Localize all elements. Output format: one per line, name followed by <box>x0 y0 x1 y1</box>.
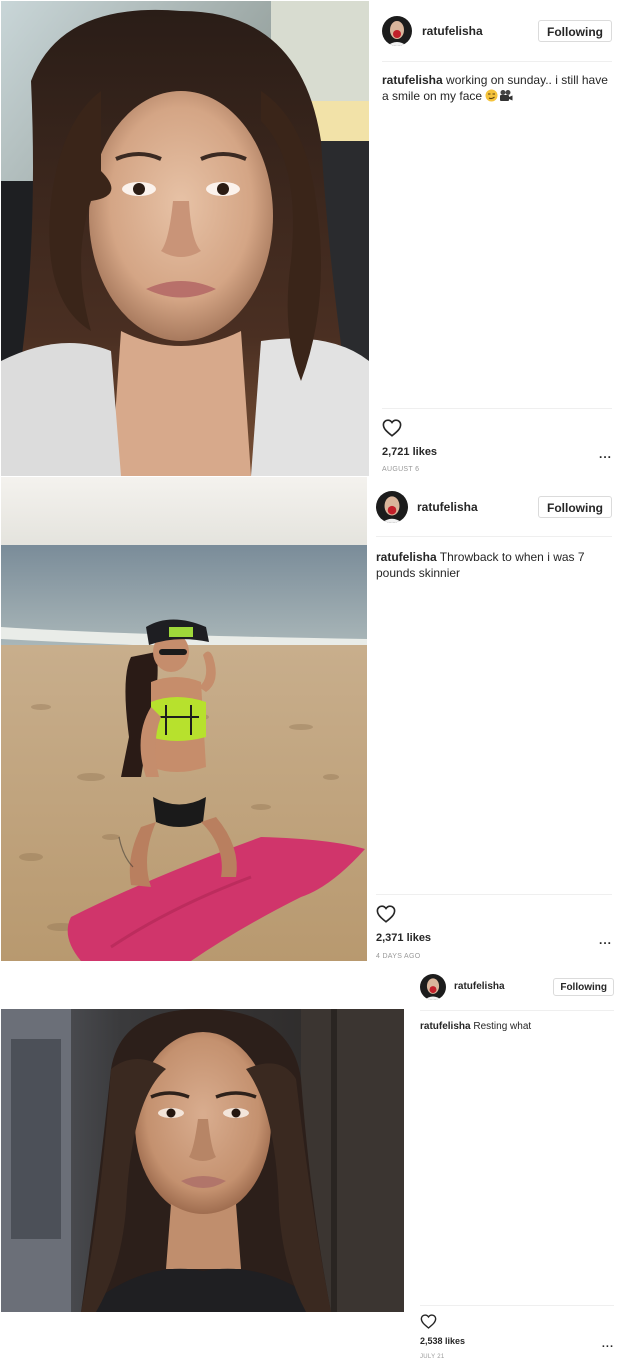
post-date[interactable]: 4 DAYS AGO <box>376 953 421 960</box>
avatar-image <box>420 973 446 1000</box>
post-caption: ratufelisha Throwback to when i was 7 po… <box>376 549 612 581</box>
caption-username[interactable]: ratufelisha <box>376 550 437 564</box>
like-heart-icon[interactable] <box>420 1314 437 1334</box>
post-3-photo[interactable] <box>1 1009 404 1312</box>
avatar[interactable] <box>376 490 408 523</box>
caption-username[interactable]: ratufelisha <box>420 1021 471 1032</box>
following-button[interactable]: Following <box>553 977 614 996</box>
post-header: ratufelisha Following <box>420 963 614 1011</box>
post-2-sidebar: ratufelisha Following ratufelisha Throwb… <box>376 477 612 963</box>
post-date[interactable]: AUGUST 6 <box>382 466 419 473</box>
avatar[interactable] <box>420 973 446 1000</box>
following-button[interactable]: Following <box>538 19 612 42</box>
username-link[interactable]: ratufelisha <box>454 981 553 992</box>
like-heart-icon[interactable] <box>376 905 396 928</box>
post-footer: 2,721 likes AUGUST 6 ... <box>382 408 612 477</box>
post-3: ratufelisha Following ratufelisha Restin… <box>0 963 630 1363</box>
more-options-button[interactable]: ... <box>599 447 612 461</box>
post-1: ratufelisha Following ratufelisha workin… <box>0 0 630 477</box>
post-3-sidebar: ratufelisha Following ratufelisha Restin… <box>420 963 614 1363</box>
beach-image <box>1 477 367 961</box>
likes-count[interactable]: 2,538 likes <box>420 1336 465 1346</box>
more-options-button[interactable]: ... <box>602 1338 614 1350</box>
username-link[interactable]: ratufelisha <box>417 500 538 514</box>
caption-username[interactable]: ratufelisha <box>382 73 443 87</box>
post-1-sidebar: ratufelisha Following ratufelisha workin… <box>382 0 612 477</box>
avatar[interactable] <box>382 15 412 46</box>
post-2-photo[interactable] <box>1 477 367 961</box>
caption-text: Resting what <box>470 1021 532 1032</box>
movie-camera-emoji <box>499 89 513 106</box>
likes-count[interactable]: 2,371 likes <box>376 932 431 944</box>
post-header: ratufelisha Following <box>376 477 612 537</box>
post-caption: ratufelisha Resting what <box>420 1020 614 1034</box>
avatar-image <box>382 15 412 46</box>
post-footer: 2,538 likes JULY 21 ... <box>420 1305 614 1363</box>
post-date[interactable]: JULY 21 <box>420 1354 445 1360</box>
portrait-image <box>1 1009 404 1312</box>
smirk-emoji <box>485 89 498 106</box>
likes-count[interactable]: 2,721 likes <box>382 446 437 458</box>
post-footer: 2,371 likes 4 DAYS AGO ... <box>376 894 612 963</box>
post-1-photo[interactable] <box>1 1 369 476</box>
post-header: ratufelisha Following <box>382 0 612 62</box>
post-2: ratufelisha Following ratufelisha Throwb… <box>0 477 630 963</box>
post-caption: ratufelisha working on sunday.. i still … <box>382 72 612 106</box>
avatar-image <box>376 490 408 523</box>
like-heart-icon[interactable] <box>382 419 402 442</box>
more-options-button[interactable]: ... <box>599 933 612 947</box>
following-button[interactable]: Following <box>538 495 612 518</box>
username-link[interactable]: ratufelisha <box>422 24 538 38</box>
selfie-image <box>1 1 369 476</box>
